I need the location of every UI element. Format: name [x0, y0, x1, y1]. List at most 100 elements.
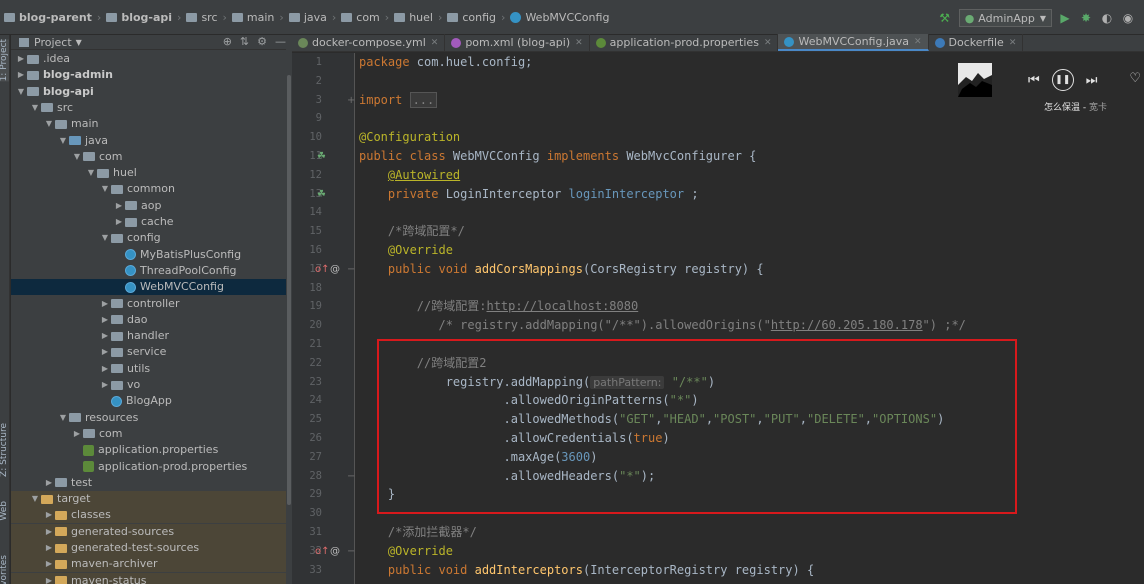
close-icon[interactable]: ✕	[431, 38, 439, 48]
project-tool-tab[interactable]: 1: Project	[0, 39, 9, 82]
gear-icon[interactable]: ⚙	[257, 35, 267, 48]
favorites-tool-tab[interactable]: Favorites	[0, 555, 9, 584]
editor-tab[interactable]: WebMVCConfig.java ✕	[778, 34, 929, 51]
code-line[interactable]: //跨域配置:http://localhost:8080	[359, 297, 638, 316]
tree-item[interactable]: ▶ com	[11, 426, 290, 442]
code-line[interactable]: public void addInterceptors(InterceptorR…	[359, 561, 814, 580]
tree-item[interactable]: ▼ config	[11, 230, 290, 246]
tree-item[interactable]: ▶ controller	[11, 296, 290, 312]
breadcrumb-item[interactable]: com	[341, 11, 380, 24]
collapse-arrow-icon[interactable]: ▶	[99, 296, 111, 312]
editor-tab[interactable]: docker-compose.yml ✕	[292, 34, 446, 51]
collapse-arrow-icon[interactable]: ▶	[99, 344, 111, 360]
breadcrumb-item[interactable]: huel	[394, 11, 433, 24]
tree-item[interactable]: MyBatisPlusConfig	[11, 247, 290, 263]
tree-item[interactable]: ▶ classes	[11, 507, 290, 524]
editor-tab[interactable]: Dockerfile ✕	[929, 34, 1024, 51]
run-icon[interactable]: ▶	[1057, 10, 1073, 26]
collapse-arrow-icon[interactable]: ▶	[43, 556, 55, 572]
expand-arrow-icon[interactable]: ▼	[99, 230, 111, 246]
fold-icon[interactable]: −	[347, 467, 355, 486]
collapse-arrow-icon[interactable]: ▶	[99, 377, 111, 393]
breadcrumb-item[interactable]: blog-parent	[4, 11, 92, 24]
tree-item[interactable]: WebMVCConfig	[11, 279, 290, 296]
tree-item[interactable]: ▶ vo	[11, 377, 290, 393]
code-line[interactable]: import ...	[359, 91, 438, 110]
tree-item[interactable]: ThreadPoolConfig	[11, 263, 290, 279]
annotation-icon[interactable]: @	[330, 260, 340, 279]
collapse-arrow-icon[interactable]: ▶	[99, 361, 111, 377]
project-panel-header[interactable]: Project ▼ ⊕ ⇅ ⚙ —	[11, 35, 290, 50]
code-line[interactable]: @Override	[359, 542, 453, 561]
collapse-arrow-icon[interactable]: ▶	[71, 426, 83, 442]
expand-arrow-icon[interactable]: ▼	[99, 181, 111, 197]
breadcrumb-item[interactable]: java	[288, 11, 327, 24]
code-line[interactable]: /*添加拦截器*/	[359, 523, 477, 542]
heart-icon[interactable]: ♡	[1129, 71, 1141, 86]
fold-icon[interactable]: −	[347, 542, 355, 561]
code-line[interactable]: /*跨域配置*/	[359, 222, 465, 241]
override-method-icon[interactable]: o↑	[315, 260, 330, 279]
code-line[interactable]: @Override	[359, 241, 453, 260]
web-tool-tab[interactable]: Web	[0, 501, 9, 521]
expand-arrow-icon[interactable]: ▼	[71, 149, 83, 165]
tree-item[interactable]: ▼ target	[11, 491, 290, 508]
build-hammer-icon[interactable]: ⚒	[937, 10, 953, 26]
breadcrumb-item[interactable]: WebMVCConfig	[510, 11, 609, 24]
expand-arrow-icon[interactable]: ▼	[57, 133, 69, 149]
minimize-icon[interactable]: —	[275, 35, 286, 48]
close-icon[interactable]: ✕	[914, 37, 922, 47]
spring-bean-icon[interactable]: ☘	[317, 147, 326, 166]
expand-arrow-icon[interactable]: ▼	[15, 84, 27, 100]
collapse-arrow-icon[interactable]: ▶	[113, 198, 125, 214]
breadcrumb-item[interactable]: main	[231, 11, 274, 24]
tree-item[interactable]: ▶ maven-status	[11, 572, 290, 584]
collapse-arrow-icon[interactable]: ▶	[15, 67, 27, 83]
tree-item[interactable]: ▼ common	[11, 181, 290, 197]
tree-item[interactable]: ▼ java	[11, 133, 290, 149]
coverage-icon[interactable]: ◐	[1099, 10, 1115, 26]
previous-track-icon[interactable]: ⏮	[1028, 73, 1040, 88]
run-configuration-selector[interactable]: ● AdminApp ▼	[958, 9, 1052, 27]
tree-item[interactable]: ▼ resources	[11, 410, 290, 426]
expand-arrow-icon[interactable]: ▼	[43, 116, 55, 132]
breadcrumb-item[interactable]: config	[447, 11, 496, 24]
tree-item[interactable]: ▼ huel	[11, 165, 290, 181]
collapse-arrow-icon[interactable]: ▶	[99, 312, 111, 328]
code-line[interactable]: private LoginInterceptor loginIntercepto…	[359, 185, 699, 204]
collapse-arrow-icon[interactable]: ▶	[43, 524, 55, 540]
tree-item[interactable]: ▼ main	[11, 116, 290, 132]
close-icon[interactable]: ✕	[764, 38, 772, 48]
tree-item[interactable]: ▶ service	[11, 344, 290, 360]
tree-item[interactable]: ▶ .idea	[11, 51, 290, 67]
code-line[interactable]: @Configuration	[359, 128, 460, 147]
code-line[interactable]: /* registry.addMapping("/**").allowedOri…	[359, 316, 965, 335]
tree-item[interactable]: ▶ aop	[11, 198, 290, 214]
code-line[interactable]: public void addCorsMappings(CorsRegistry…	[359, 260, 764, 279]
fold-icon[interactable]: −	[347, 260, 355, 279]
scrollbar-thumb[interactable]	[287, 75, 291, 505]
expand-arrow-icon[interactable]: ▼	[57, 410, 69, 426]
annotation-icon[interactable]: @	[330, 542, 340, 561]
tree-item[interactable]: ▶ generated-test-sources	[11, 540, 290, 556]
collapse-arrow-icon[interactable]: ▶	[113, 214, 125, 230]
code-line[interactable]: public class WebMVCConfig implements Web…	[359, 147, 756, 166]
code-line[interactable]: package com.huel.config;	[359, 53, 532, 72]
collapse-arrow-icon[interactable]: ▶	[43, 540, 55, 556]
tree-item[interactable]: ▶ blog-admin	[11, 67, 290, 83]
expand-arrow-icon[interactable]: ▼	[29, 491, 41, 507]
tree-item[interactable]: ▶ handler	[11, 328, 290, 344]
tree-item[interactable]: application.properties	[11, 442, 290, 458]
collapse-arrow-icon[interactable]: ▶	[43, 475, 55, 491]
collapse-all-icon[interactable]: ⇅	[240, 35, 249, 48]
pause-button[interactable]: ❚❚	[1051, 69, 1074, 91]
debug-icon[interactable]: ✸	[1078, 10, 1094, 26]
expand-arrow-icon[interactable]: ▼	[29, 100, 41, 116]
tree-item[interactable]: ▶ utils	[11, 361, 290, 377]
editor-tab[interactable]: pom.xml (blog-api) ✕	[445, 34, 590, 51]
tree-item[interactable]: ▶ test	[11, 475, 290, 491]
tree-item[interactable]: ▼ blog-api	[11, 84, 290, 100]
tree-item[interactable]: ▶ generated-sources	[11, 523, 290, 540]
code-line[interactable]: @Autowired	[359, 166, 460, 185]
override-method-icon[interactable]: o↑	[315, 542, 330, 561]
